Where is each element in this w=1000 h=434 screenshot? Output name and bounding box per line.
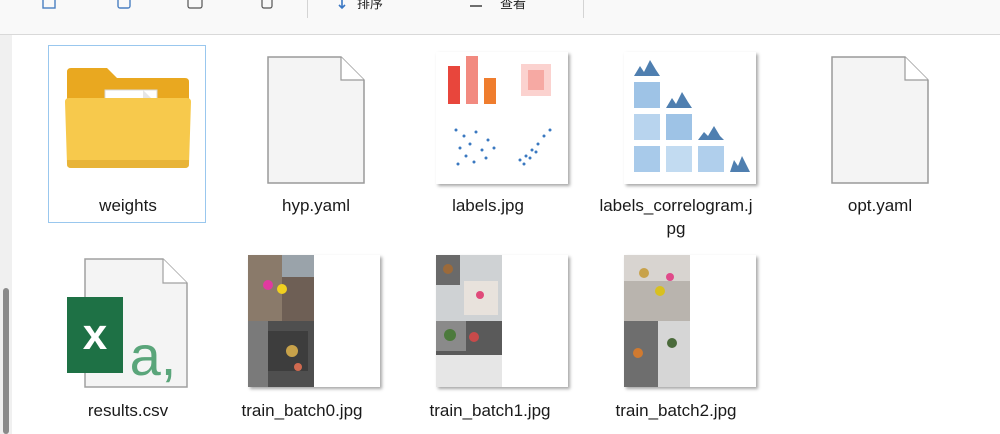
blank-file-icon [831,56,929,184]
file-name: train_batch1.jpg [429,401,551,420]
file-name: results.csv [87,401,169,420]
scrollbar-thumb[interactable] [3,288,9,434]
file-item-train-batch0-jpg[interactable]: train_batch0.jpg [222,250,380,428]
excel-csv-icon: x a, [67,258,188,388]
image-thumbnail [624,255,756,387]
svg-text:x: x [83,310,108,359]
toolbar-divider [583,0,584,18]
file-name: train_batch0.jpg [241,401,363,420]
image-thumbnail [436,52,568,184]
delete-icon[interactable] [259,0,275,10]
blank-file-icon [267,56,365,184]
share-icon[interactable] [116,0,132,10]
file-item-opt-yaml[interactable]: opt.yaml [800,45,958,223]
file-item-train-batch2-jpg[interactable]: train_batch2.jpg [596,250,756,428]
file-item-weights[interactable]: weights [48,45,206,223]
image-thumbnail [436,255,568,387]
file-name: train_batch2.jpg [615,401,737,420]
sort-button[interactable]: 排序 [357,0,383,12]
svg-text:a,: a, [130,324,177,387]
view-icon[interactable] [468,0,484,10]
folder-icon [65,68,191,168]
command-bar: 排序 查看 [0,0,1000,35]
copy-path-icon[interactable] [41,0,57,10]
image-thumbnail [624,52,756,184]
file-name: labels.jpg [452,196,524,215]
file-item-labels-jpg[interactable]: labels.jpg [408,45,568,223]
sort-icon[interactable] [338,0,354,10]
file-name: opt.yaml [847,196,913,215]
view-button[interactable]: 查看 [500,0,526,12]
file-name: weights [99,196,157,215]
file-item-labels-correlogram-jpg[interactable]: labels_correlogram.jpg [596,45,756,238]
rename-icon[interactable] [187,0,203,10]
file-item-results-csv[interactable]: x a, results.csv [48,250,206,428]
scrollbar[interactable] [0,35,12,434]
file-name: hyp.yaml [281,196,351,215]
image-thumbnail [248,255,380,387]
file-name: labels_correlogram.jpg [599,196,753,238]
toolbar-divider [307,0,308,18]
file-item-train-batch1-jpg[interactable]: train_batch1.jpg [410,250,568,428]
file-item-hyp-yaml[interactable]: hyp.yaml [236,45,394,223]
